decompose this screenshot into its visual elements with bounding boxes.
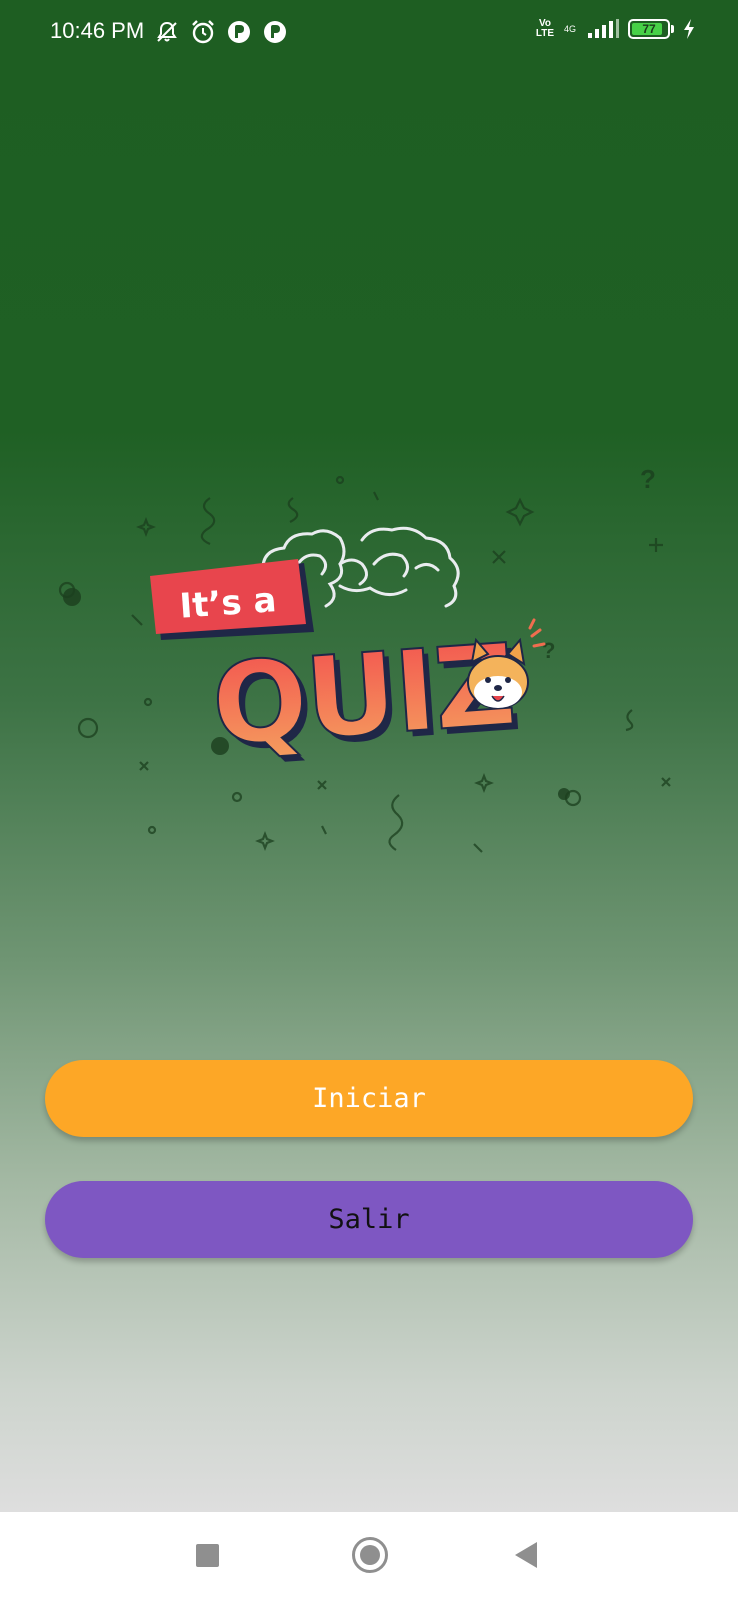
system-nav-bar <box>0 1512 738 1600</box>
app-notification-icon <box>228 21 250 43</box>
logo-text-quiz: QUIZ <box>208 620 517 771</box>
exit-button[interactable]: Salir <box>45 1181 693 1258</box>
battery-level: 77 <box>642 22 656 36</box>
svg-text:?: ? <box>542 638 555 663</box>
volte-indicator: Vo LTE <box>535 18 555 39</box>
app-screen: 10:46 PM Vo LTE 4G 77 ? ? It’s a QUIZ QU… <box>0 0 738 1512</box>
status-time: 10:46 PM <box>50 18 145 43</box>
back-icon[interactable] <box>515 1542 537 1568</box>
muted-notification-icon <box>157 21 177 42</box>
battery-indicator: 77 <box>628 19 674 39</box>
svg-text:?: ? <box>640 464 656 494</box>
status-system-icons: Vo LTE 4G 77 <box>534 18 696 40</box>
battery-icon: 77 <box>628 19 670 39</box>
status-notification-icons <box>154 19 288 45</box>
recent-apps-icon[interactable] <box>196 1544 219 1567</box>
network-type: 4G <box>563 24 576 34</box>
start-button[interactable]: Iniciar <box>45 1060 693 1137</box>
charging-icon <box>684 19 694 39</box>
battery-tip <box>671 25 674 33</box>
status-bar: 10:46 PM Vo LTE 4G 77 <box>0 0 738 66</box>
question-mark-doodles: ? ? <box>542 464 656 663</box>
quiz-logo: ? ? It’s a QUIZ QUIZ <box>40 460 700 880</box>
home-icon[interactable] <box>352 1537 388 1573</box>
app-notification-icon <box>264 21 286 43</box>
logo-text-its-a: It’s a <box>178 580 277 627</box>
signal-icon <box>588 19 619 38</box>
logo-illustration: ? ? It’s a QUIZ QUIZ <box>58 464 671 853</box>
alarm-icon <box>192 20 214 44</box>
